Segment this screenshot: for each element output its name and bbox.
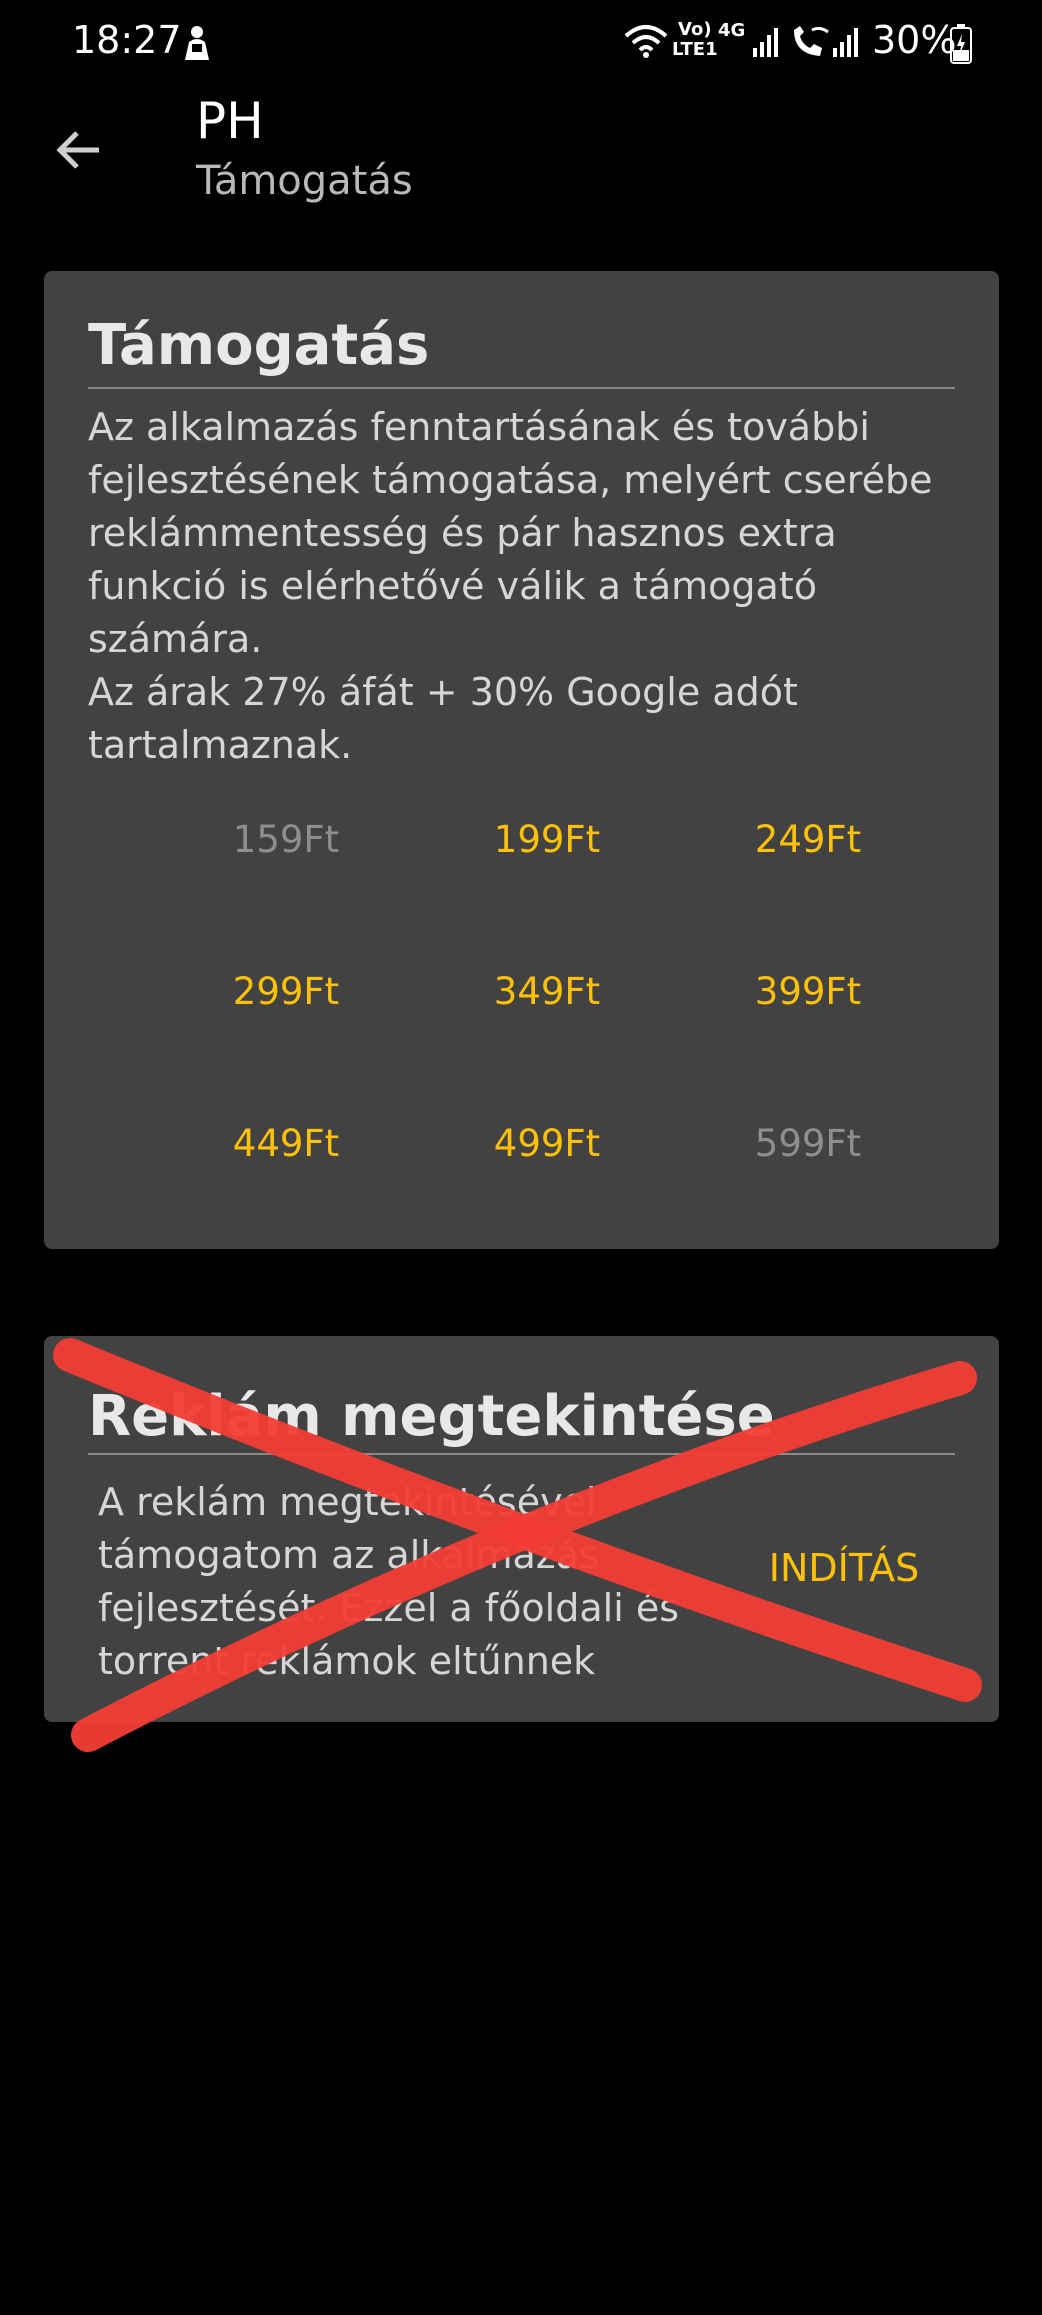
app-subtitle: Támogatás <box>196 158 413 204</box>
support-description: Az alkalmazás fenntartásának és további … <box>88 405 933 767</box>
price-button-299[interactable]: 299Ft <box>166 941 406 1041</box>
price-button-159[interactable]: 159Ft <box>166 789 406 889</box>
start-ad-button[interactable]: INDÍTÁS <box>734 1538 954 1598</box>
price-button-599[interactable]: 599Ft <box>688 1093 928 1193</box>
ad-card-title: Reklám megtekintése <box>88 1384 775 1449</box>
notification-person-icon <box>180 24 214 66</box>
support-card: Támogatás Az alkalmazás fenntartásának é… <box>44 271 999 1249</box>
signal-icon <box>752 26 782 62</box>
price-button-499[interactable]: 499Ft <box>427 1093 667 1193</box>
wifi-calling-icon <box>790 24 830 64</box>
ad-card: Reklám megtekintése A reklám megtekintés… <box>44 1336 999 1722</box>
price-button-199[interactable]: 199Ft <box>427 789 667 889</box>
divider <box>88 387 955 389</box>
divider <box>88 1453 955 1455</box>
price-button-349[interactable]: 349Ft <box>427 941 667 1041</box>
arrow-back-icon <box>56 131 99 169</box>
support-card-title: Támogatás <box>88 313 430 378</box>
app-title: PH <box>196 92 264 150</box>
4g-icon: 4G <box>718 20 746 41</box>
price-button-249[interactable]: 249Ft <box>688 789 928 889</box>
ad-description: A reklám megtekintésével támogatom az al… <box>98 1480 680 1683</box>
battery-charging-icon <box>950 24 972 68</box>
price-button-399[interactable]: 399Ft <box>688 941 928 1041</box>
wifi-icon <box>624 24 668 64</box>
status-time: 18:27 <box>72 18 182 62</box>
status-bar: 18:27 Vo) LTE1 4G 30% <box>0 0 1042 90</box>
battery-percentage: 30% <box>872 18 957 62</box>
price-button-449[interactable]: 449Ft <box>166 1093 406 1193</box>
signal-icon <box>832 26 862 62</box>
back-button[interactable] <box>46 118 110 182</box>
volte-icon: Vo) LTE1 <box>672 19 718 60</box>
